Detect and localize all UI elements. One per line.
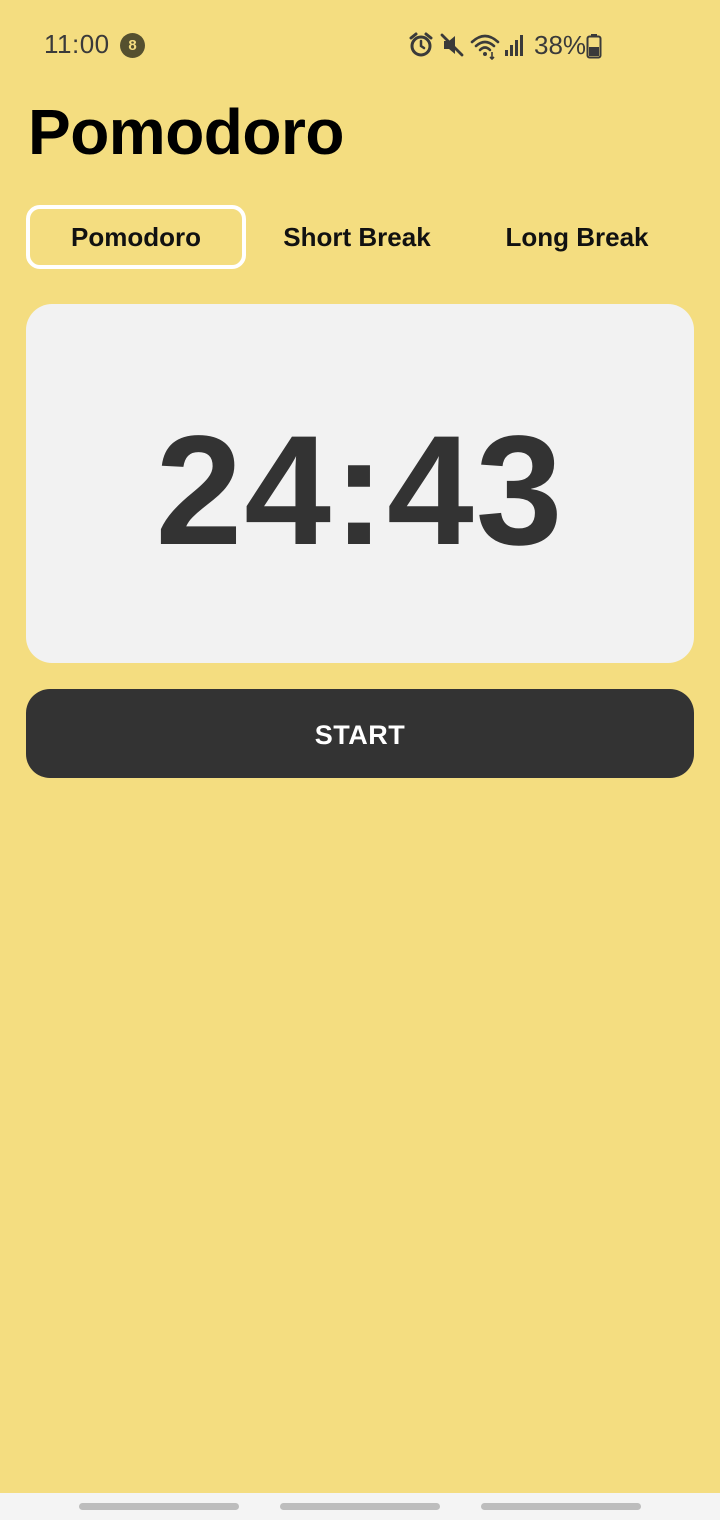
notification-count-badge: 8 — [120, 33, 145, 58]
navigation-bar — [0, 1493, 720, 1520]
wifi-icon — [470, 34, 500, 60]
mute-icon — [440, 33, 464, 57]
nav-home-handle[interactable] — [280, 1503, 440, 1510]
timer-display: 24:43 — [155, 404, 565, 578]
nav-back-handle[interactable] — [481, 1503, 641, 1510]
start-button[interactable]: START — [26, 689, 694, 778]
nav-recents-handle[interactable] — [79, 1503, 239, 1510]
tab-long-break[interactable]: Long Break — [467, 205, 687, 269]
page-title: Pomodoro — [28, 96, 344, 168]
alarm-icon — [409, 32, 433, 57]
timer-card: 24:43 — [26, 304, 694, 663]
status-time: 11:00 — [44, 29, 110, 59]
battery-percentage: 38% — [534, 30, 587, 60]
signal-icon — [505, 35, 523, 56]
tab-pomodoro[interactable]: Pomodoro — [26, 205, 246, 269]
tab-short-break[interactable]: Short Break — [247, 205, 467, 269]
battery-icon — [586, 34, 602, 59]
status-bar: 11:00 8 38% — [0, 0, 720, 92]
